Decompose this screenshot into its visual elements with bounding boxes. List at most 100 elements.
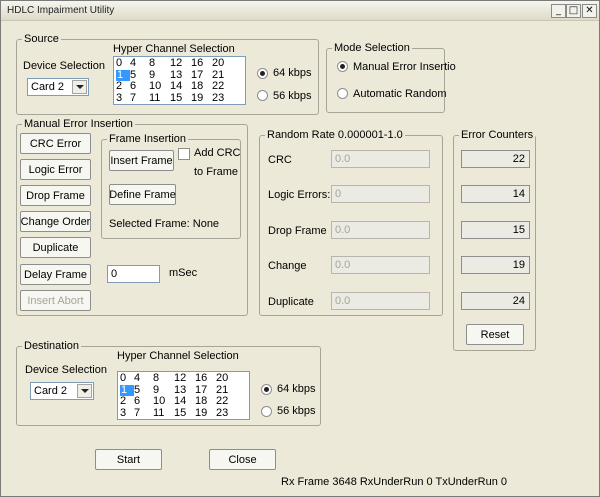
random-change-input[interactable]: 0.0 <box>331 256 430 274</box>
counter-change: 19 <box>461 256 530 274</box>
source-channel-item[interactable]: 3 <box>116 92 122 104</box>
duplicate-button[interactable]: Duplicate <box>20 237 91 258</box>
source-channel-item[interactable]: 16 <box>191 58 203 69</box>
delay-frame-button[interactable]: Delay Frame <box>20 264 91 285</box>
define-frame-button[interactable]: Define Frame <box>109 184 176 205</box>
source-channel-item[interactable]: 18 <box>191 81 203 92</box>
source-channel-item[interactable]: 13 <box>170 69 182 81</box>
random-drop-input[interactable]: 0.0 <box>331 221 430 239</box>
dest-channel-item[interactable]: 13 <box>174 384 186 396</box>
source-channel-item[interactable]: 9 <box>149 69 155 81</box>
dest-rate-56-radio[interactable] <box>261 406 272 417</box>
mode-automatic-label: Automatic Random <box>353 88 447 100</box>
source-channel-item[interactable]: 4 <box>130 58 136 69</box>
close-button[interactable]: Close <box>209 449 276 470</box>
dest-channel-item[interactable]: 2 <box>120 396 126 407</box>
mode-legend: Mode Selection <box>332 42 412 54</box>
source-channel-item[interactable]: 11 <box>149 92 160 104</box>
source-rate-56-label: 56 kbps <box>273 90 312 102</box>
selected-frame-label: Selected Frame: None <box>109 218 220 230</box>
close-window-button[interactable]: ✕ <box>582 4 597 18</box>
dest-channel-item[interactable]: 11 <box>153 407 164 419</box>
source-channel-item[interactable]: 20 <box>212 58 224 69</box>
dest-rate-56-label: 56 kbps <box>277 405 316 417</box>
random-change-label: Change <box>268 260 307 272</box>
source-channel-item[interactable]: 10 <box>149 81 161 92</box>
reset-button[interactable]: Reset <box>466 324 524 345</box>
logic-error-button[interactable]: Logic Error <box>20 159 91 180</box>
source-channel-item[interactable]: 6 <box>130 81 136 92</box>
dest-channel-item[interactable]: 10 <box>153 396 165 407</box>
source-channel-item[interactable]: 15 <box>170 92 182 104</box>
change-order-button[interactable]: Change Order <box>20 211 91 232</box>
manual-legend: Manual Error Insertion <box>22 118 135 130</box>
source-channel-item[interactable]: 21 <box>212 69 224 81</box>
delay-unit-label: mSec <box>169 267 198 279</box>
dest-channel-item[interactable]: 6 <box>134 396 140 407</box>
insert-frame-button[interactable]: Insert Frame <box>109 150 174 171</box>
source-channel-item[interactable]: 14 <box>170 81 182 92</box>
add-crc-checkbox[interactable] <box>178 148 190 160</box>
random-logic-input[interactable]: 0 <box>331 185 430 203</box>
window-title: HDLC Impairment Utility <box>7 5 115 16</box>
source-group: Source Device Selection Card 2 Hyper Cha… <box>16 33 319 115</box>
source-channel-item[interactable]: 1 <box>116 69 130 81</box>
dest-channel-item[interactable]: 14 <box>174 396 186 407</box>
dest-channel-item[interactable]: 7 <box>134 407 140 419</box>
status-text: Rx Frame 3648 RxUnderRun 0 TxUnderRun 0 <box>281 476 508 488</box>
random-crc-input[interactable]: 0.0 <box>331 150 430 168</box>
crc-error-button[interactable]: CRC Error <box>20 133 91 154</box>
dest-channel-item[interactable]: 3 <box>120 407 126 419</box>
source-channel-item[interactable]: 5 <box>130 69 136 81</box>
counter-logic: 14 <box>461 185 530 203</box>
dest-channel-item[interactable]: 16 <box>195 373 207 384</box>
drop-frame-button[interactable]: Drop Frame <box>20 185 91 206</box>
dest-device-select[interactable]: Card 2 <box>30 382 94 400</box>
source-channel-item[interactable]: 7 <box>130 92 136 104</box>
random-duplicate-label: Duplicate <box>268 296 314 308</box>
dest-channel-item[interactable]: 12 <box>174 373 186 384</box>
dest-rate-64-radio[interactable] <box>261 384 272 395</box>
dest-channel-item[interactable]: 8 <box>153 373 159 384</box>
minimize-button[interactable]: _ <box>551 4 566 18</box>
chevron-down-icon[interactable] <box>77 384 92 398</box>
dest-channel-item[interactable]: 15 <box>174 407 186 419</box>
dest-channel-item[interactable]: 1 <box>120 384 134 396</box>
dest-channel-item[interactable]: 0 <box>120 373 126 384</box>
chevron-down-icon[interactable] <box>72 80 87 94</box>
dest-channel-item[interactable]: 18 <box>195 396 207 407</box>
source-channel-item[interactable]: 2 <box>116 81 122 92</box>
dest-channel-item[interactable]: 22 <box>216 396 228 407</box>
source-rate-64-radio[interactable] <box>257 68 268 79</box>
source-channel-item[interactable]: 22 <box>212 81 224 92</box>
source-channel-item[interactable]: 17 <box>191 69 203 81</box>
dest-channel-item[interactable]: 5 <box>134 384 140 396</box>
maximize-button[interactable]: □ <box>566 4 581 18</box>
mode-manual-radio[interactable] <box>337 61 348 72</box>
dest-channel-item[interactable]: 23 <box>216 407 228 419</box>
error-counters-group: Error Counters 22 14 15 19 24 Reset <box>453 129 536 351</box>
source-channel-item[interactable]: 0 <box>116 58 122 69</box>
source-channel-item[interactable]: 12 <box>170 58 182 69</box>
random-duplicate-input[interactable]: 0.0 <box>331 292 430 310</box>
delay-input[interactable]: 0 <box>107 265 160 283</box>
source-channel-item[interactable]: 19 <box>191 92 203 104</box>
source-channel-item[interactable]: 8 <box>149 58 155 69</box>
dest-channel-item[interactable]: 9 <box>153 384 159 396</box>
source-rate-56-radio[interactable] <box>257 90 268 101</box>
source-legend: Source <box>22 33 61 45</box>
dest-channel-list[interactable]: 0 4 8 12 16 20 1 5 9 13 17 21 2 6 10 14 18 22 3 7 11 15 19 23 <box>117 371 250 420</box>
source-channel-item[interactable]: 23 <box>212 92 224 104</box>
dest-channel-item[interactable]: 21 <box>216 384 228 396</box>
mode-automatic-radio[interactable] <box>337 88 348 99</box>
dest-channel-item[interactable]: 17 <box>195 384 207 396</box>
dest-channel-item[interactable]: 20 <box>216 373 228 384</box>
dest-channel-item[interactable]: 4 <box>134 373 140 384</box>
dest-channel-item[interactable]: 19 <box>195 407 207 419</box>
title-bar[interactable]: HDLC Impairment Utility _ □ ✕ <box>1 1 599 21</box>
start-button[interactable]: Start <box>95 449 162 470</box>
source-rate-64-label: 64 kbps <box>273 67 312 79</box>
source-channel-list[interactable]: 0 4 8 12 16 20 1 5 9 13 17 21 2 6 10 14 18 22 3 7 11 15 19 23 <box>113 56 246 105</box>
destination-group: Destination Device Selection Card 2 Hype… <box>16 340 321 426</box>
source-device-select[interactable]: Card 2 <box>27 78 89 96</box>
